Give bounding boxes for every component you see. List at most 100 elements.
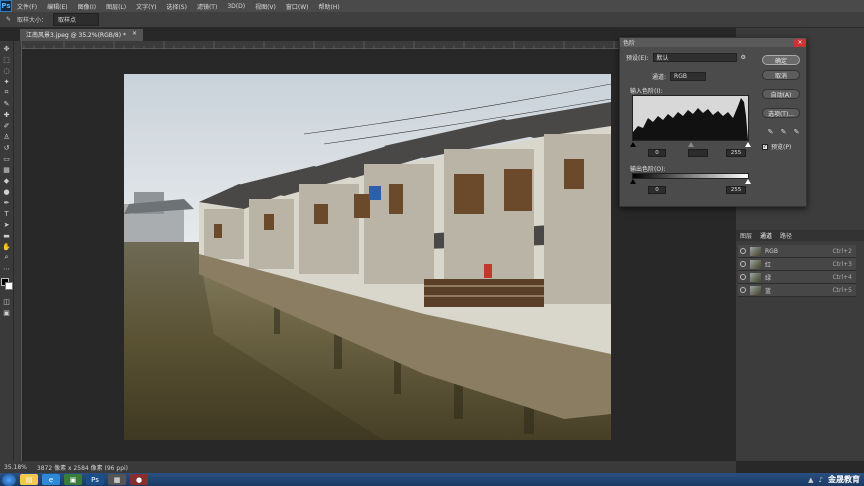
channels-panel: 图层 通道 路径 RGB Ctrl+2 红 Ctrl+3 绿 Ctrl+4 蓝 … <box>736 230 864 297</box>
ok-button[interactable]: 确定 <box>762 55 800 65</box>
input-levels-label: 输入色阶(I): <box>630 88 663 95</box>
channel-list: RGB Ctrl+2 红 Ctrl+3 绿 Ctrl+4 蓝 Ctrl+5 <box>736 245 864 297</box>
path-select-icon[interactable]: ➤ <box>1 219 13 230</box>
background-color[interactable] <box>4 282 13 290</box>
channel-name: 红 <box>765 261 772 269</box>
app-icon-3[interactable]: ● <box>130 474 148 485</box>
output-black-slider[interactable] <box>630 179 636 184</box>
tray-icon[interactable]: ▲ <box>808 476 813 484</box>
menu-type[interactable]: 文字(Y) <box>131 2 161 11</box>
black-point-slider[interactable] <box>630 142 636 147</box>
input-white-field[interactable]: 255 <box>726 149 746 157</box>
output-slider-track <box>630 179 751 184</box>
more-tools-icon[interactable]: ⋯ <box>1 263 13 274</box>
marquee-tool-icon[interactable]: ⬚ <box>1 54 13 65</box>
menu-bar: Ps 文件(F) 编辑(E) 图像(I) 图层(L) 文字(Y) 选择(S) 滤… <box>0 0 864 12</box>
visibility-eye-icon[interactable] <box>740 261 746 267</box>
pen-tool-icon[interactable]: ✒ <box>1 197 13 208</box>
screen-mode-icon[interactable]: ▣ <box>1 307 13 318</box>
system-tray: ▲ ♪ 金晟教育 <box>808 474 864 485</box>
browser-icon[interactable]: e <box>42 474 60 485</box>
menu-layer[interactable]: 图层(L) <box>101 2 131 11</box>
channel-row-blue[interactable]: 蓝 Ctrl+5 <box>738 284 856 297</box>
menu-view[interactable]: 视图(V) <box>250 2 281 11</box>
photoshop-taskbar-icon[interactable]: Ps <box>86 474 104 485</box>
input-slider-track <box>630 142 751 147</box>
preset-select[interactable]: 默认 <box>652 53 737 62</box>
dodge-tool-icon[interactable]: ● <box>1 186 13 197</box>
lasso-tool-icon[interactable]: ◌ <box>1 65 13 76</box>
menu-file[interactable]: 文件(F) <box>12 2 42 11</box>
visibility-eye-icon[interactable] <box>740 248 746 254</box>
preset-gear-icon[interactable]: ⚙ <box>741 54 746 61</box>
channel-row-red[interactable]: 红 Ctrl+3 <box>738 258 856 271</box>
close-icon[interactable]: × <box>794 38 806 47</box>
auto-button[interactable]: 自动(A) <box>762 89 800 99</box>
hand-tool-icon[interactable]: ✋ <box>1 241 13 252</box>
menu-3d[interactable]: 3D(D) <box>222 3 250 10</box>
input-gamma-field[interactable] <box>688 149 708 157</box>
type-tool-icon[interactable]: T <box>1 208 13 219</box>
visibility-eye-icon[interactable] <box>740 274 746 280</box>
color-swatches[interactable] <box>0 278 13 290</box>
quick-mask-icon[interactable]: ◫ <box>1 296 13 307</box>
menu-image[interactable]: 图像(I) <box>73 2 101 11</box>
clone-stamp-icon[interactable]: ♙ <box>1 131 13 142</box>
sample-size-select[interactable]: 取样点 <box>53 13 100 26</box>
options-button[interactable]: 选项(T)... <box>762 108 800 118</box>
volume-icon[interactable]: ♪ <box>819 476 823 484</box>
menu-edit[interactable]: 编辑(E) <box>42 2 72 11</box>
shape-tool-icon[interactable]: ▬ <box>1 230 13 241</box>
output-black-field[interactable]: 0 <box>648 186 666 194</box>
sample-size-label: 取样大小： <box>17 17 48 24</box>
tab-layers[interactable]: 图层 <box>740 231 752 240</box>
channel-row-green[interactable]: 绿 Ctrl+4 <box>738 271 856 284</box>
eyedropper-icon[interactable]: ✎ <box>1 98 13 109</box>
gamma-slider[interactable] <box>688 142 694 147</box>
document-image <box>124 74 611 440</box>
document-tab[interactable]: 江南风景3.jpeg @ 35.2%(RGB/8) * × <box>20 29 143 41</box>
white-eyedropper-icon[interactable]: ✎ <box>792 127 801 136</box>
preview-label: 预览(P) <box>771 144 792 151</box>
dialog-titlebar[interactable]: 色阶 × <box>620 38 806 47</box>
crop-tool-icon[interactable]: ⌗ <box>1 87 13 98</box>
app-icon[interactable]: ▣ <box>64 474 82 485</box>
move-tool-icon[interactable]: ✥ <box>1 43 13 54</box>
eyedropper-tool-icon[interactable]: ✎ <box>6 16 11 23</box>
output-white-field[interactable]: 255 <box>726 186 746 194</box>
eraser-tool-icon[interactable]: ▭ <box>1 153 13 164</box>
gray-eyedropper-icon[interactable]: ✎ <box>779 127 788 136</box>
channel-shortcut: Ctrl+5 <box>832 286 852 294</box>
channel-row-rgb[interactable]: RGB Ctrl+2 <box>738 245 856 258</box>
tool-panel: ✥ ⬚ ◌ ✦ ⌗ ✎ ✚ ✐ ♙ ↺ ▭ ▦ ◆ ● ✒ T ➤ ▬ ✋ ⌕ … <box>0 41 14 461</box>
app-icon-2[interactable]: ▦ <box>108 474 126 485</box>
explorer-icon[interactable]: ▤ <box>20 474 38 485</box>
menu-window[interactable]: 窗口(W) <box>281 2 314 11</box>
preview-checkbox[interactable]: ✓ <box>762 143 768 150</box>
output-white-slider[interactable] <box>745 179 751 184</box>
black-eyedropper-icon[interactable]: ✎ <box>766 127 775 136</box>
zoom-level[interactable]: 35.18% <box>4 464 27 471</box>
white-point-slider[interactable] <box>745 142 751 147</box>
close-icon[interactable]: × <box>132 30 137 40</box>
cancel-button[interactable]: 取消 <box>762 70 800 80</box>
menu-filter[interactable]: 滤镜(T) <box>192 2 222 11</box>
gradient-tool-icon[interactable]: ▦ <box>1 164 13 175</box>
tab-channels[interactable]: 通道 <box>760 231 772 240</box>
tab-paths[interactable]: 路径 <box>780 231 792 240</box>
start-button-icon[interactable] <box>2 473 16 486</box>
menu-select[interactable]: 选择(S) <box>161 2 192 11</box>
menu-help[interactable]: 帮助(H) <box>314 2 345 11</box>
input-black-field[interactable]: 0 <box>648 149 666 157</box>
zoom-tool-icon[interactable]: ⌕ <box>1 252 13 263</box>
blur-tool-icon[interactable]: ◆ <box>1 175 13 186</box>
channel-select[interactable]: RGB <box>670 72 707 81</box>
eyedropper-group: ✎ ✎ ✎ <box>766 127 801 136</box>
dialog-title: 色阶 <box>623 40 636 47</box>
healing-brush-icon[interactable]: ✚ <box>1 109 13 120</box>
visibility-eye-icon[interactable] <box>740 287 746 293</box>
quick-select-tool-icon[interactable]: ✦ <box>1 76 13 87</box>
brush-tool-icon[interactable]: ✐ <box>1 120 13 131</box>
preview-checkbox-row[interactable]: ✓ 预览(P) <box>762 142 791 151</box>
history-brush-icon[interactable]: ↺ <box>1 142 13 153</box>
